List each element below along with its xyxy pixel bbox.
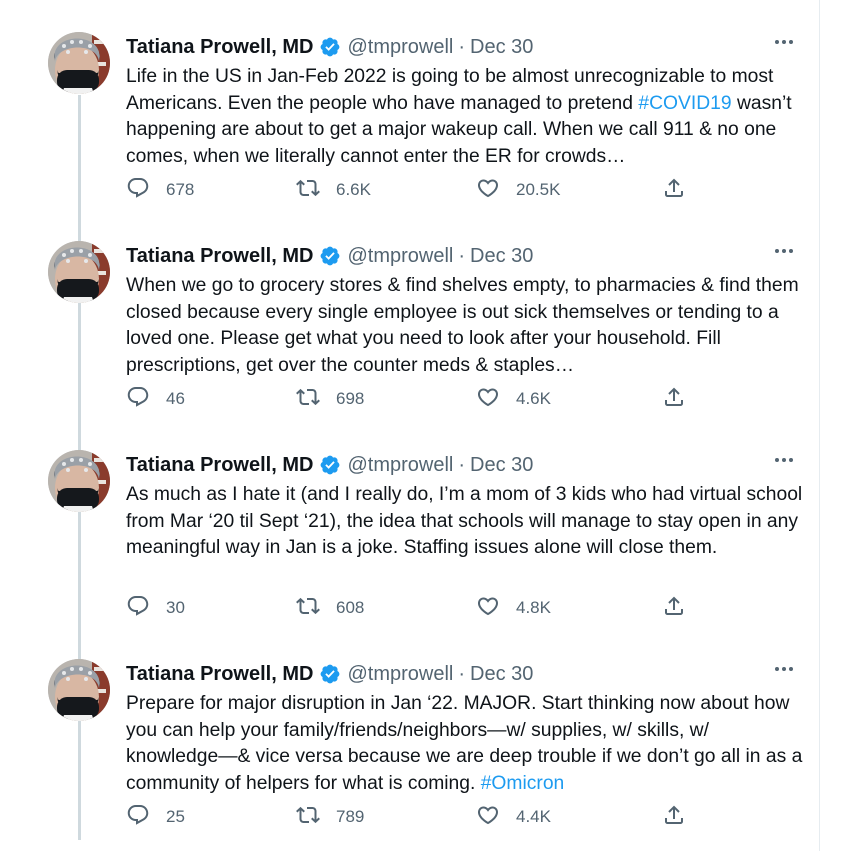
share-icon [662, 803, 686, 832]
more-dots-icon[interactable] [768, 235, 800, 267]
retweet-button[interactable]: 608 [296, 593, 364, 623]
retweet-count: 698 [336, 389, 365, 408]
author-name[interactable]: Tatiana Prowell, MD [126, 454, 313, 477]
heart-icon [476, 385, 500, 414]
header-separator: · [458, 244, 466, 267]
hashtag-link[interactable]: #Omicron [481, 773, 565, 794]
retweet-icon [296, 385, 320, 414]
tweet-header: Tatiana Prowell, MD @tmprowell · Dec 30 [126, 243, 820, 269]
share-icon [662, 385, 686, 414]
reply-count: 25 [166, 807, 185, 826]
heart-icon [476, 594, 500, 623]
hashtag-link[interactable]: #COVID19 [638, 93, 731, 114]
verified-badge-icon [319, 245, 341, 267]
avatar-image [48, 241, 110, 303]
reply-icon [126, 803, 150, 832]
tweet-date[interactable]: Dec 30 [470, 454, 533, 477]
tweet-date[interactable]: Dec 30 [470, 663, 533, 686]
avatar-image [48, 659, 110, 721]
retweet-count: 789 [336, 807, 365, 826]
more-dots-icon[interactable] [768, 653, 800, 685]
verified-badge-icon [319, 36, 341, 58]
avatar-image [48, 32, 110, 94]
heart-icon [476, 176, 500, 205]
tweet-2[interactable]: Tatiana Prowell, MD @tmprowell · Dec 30 … [0, 221, 820, 429]
tweet-header: Tatiana Prowell, MD @tmprowell · Dec 30 [126, 34, 820, 60]
share-icon [662, 176, 686, 205]
tweet-3[interactable]: Tatiana Prowell, MD @tmprowell · Dec 30 … [0, 430, 820, 638]
tweet-date[interactable]: Dec 30 [470, 245, 533, 268]
tweet-1[interactable]: Tatiana Prowell, MD @tmprowell · Dec 30 … [0, 12, 820, 220]
reply-button[interactable]: 25 [126, 802, 185, 832]
reply-button[interactable]: 30 [126, 593, 185, 623]
retweet-button[interactable]: 6.6K [296, 175, 371, 205]
tweet-text: As much as I hate it (and I really do, I… [126, 482, 806, 562]
share-button[interactable] [662, 593, 686, 623]
reply-icon [126, 176, 150, 205]
tweet-actions: 678 6.6K 20.5K [126, 175, 706, 205]
author-handle[interactable]: @tmprowell [347, 245, 453, 268]
verified-badge-icon [319, 454, 341, 476]
header-separator: · [458, 35, 466, 58]
share-button[interactable] [662, 384, 686, 414]
like-count: 4.4K [516, 807, 551, 826]
reply-icon [126, 594, 150, 623]
avatar-image [48, 450, 110, 512]
like-button[interactable]: 4.4K [476, 802, 551, 832]
avatar[interactable] [48, 450, 110, 512]
avatar[interactable] [48, 32, 110, 94]
author-name[interactable]: Tatiana Prowell, MD [126, 245, 313, 268]
tweet-date[interactable]: Dec 30 [470, 36, 533, 59]
tweet-text: When we go to grocery stores & find shel… [126, 273, 806, 379]
more-dots-icon[interactable] [768, 444, 800, 476]
tweet-4[interactable]: Tatiana Prowell, MD @tmprowell · Dec 30 … [0, 639, 820, 847]
share-icon [662, 594, 686, 623]
tweet-text: Prepare for major disruption in Jan ‘22.… [126, 691, 806, 797]
author-handle[interactable]: @tmprowell [347, 663, 453, 686]
tweet-text: Life in the US in Jan-Feb 2022 is going … [126, 64, 806, 170]
like-count: 20.5K [516, 180, 561, 199]
author-name[interactable]: Tatiana Prowell, MD [126, 36, 313, 59]
tweet-actions: 46 698 4.6K [126, 384, 706, 414]
heart-icon [476, 803, 500, 832]
like-button[interactable]: 4.8K [476, 593, 551, 623]
tweet-text-part: Prepare for major disruption in Jan ‘22.… [126, 693, 803, 794]
avatar[interactable] [48, 659, 110, 721]
tweet-actions: 25 789 4.4K [126, 802, 706, 832]
retweet-button[interactable]: 698 [296, 384, 364, 414]
reply-button[interactable]: 678 [126, 175, 194, 205]
reply-icon [126, 385, 150, 414]
like-count: 4.8K [516, 598, 551, 617]
retweet-count: 608 [336, 598, 365, 617]
reply-count: 678 [166, 180, 195, 199]
like-button[interactable]: 4.6K [476, 384, 551, 414]
like-count: 4.6K [516, 389, 551, 408]
retweet-icon [296, 594, 320, 623]
header-separator: · [458, 662, 466, 685]
verified-badge-icon [319, 663, 341, 685]
retweet-count: 6.6K [336, 180, 371, 199]
reply-count: 46 [166, 389, 185, 408]
author-handle[interactable]: @tmprowell [347, 36, 453, 59]
share-button[interactable] [662, 175, 686, 205]
reply-count: 30 [166, 598, 185, 617]
like-button[interactable]: 20.5K [476, 175, 560, 205]
more-dots-icon[interactable] [768, 26, 800, 58]
reply-button[interactable]: 46 [126, 384, 185, 414]
avatar[interactable] [48, 241, 110, 303]
retweet-button[interactable]: 789 [296, 802, 364, 832]
share-button[interactable] [662, 802, 686, 832]
tweet-text-part: As much as I hate it (and I really do, I… [126, 484, 803, 558]
retweet-icon [296, 176, 320, 205]
tweet-header: Tatiana Prowell, MD @tmprowell · Dec 30 [126, 661, 820, 687]
header-separator: · [458, 453, 466, 476]
author-handle[interactable]: @tmprowell [347, 454, 453, 477]
retweet-icon [296, 803, 320, 832]
tweet-actions: 30 608 4.8K [126, 593, 706, 623]
tweet-text-part: When we go to grocery stores & find shel… [126, 275, 799, 376]
author-name[interactable]: Tatiana Prowell, MD [126, 663, 313, 686]
tweet-header: Tatiana Prowell, MD @tmprowell · Dec 30 [126, 452, 820, 478]
